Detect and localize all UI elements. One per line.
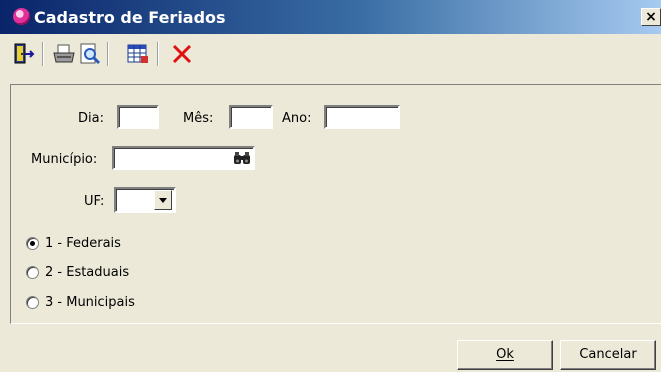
cancel-button-label: Cancelar — [579, 347, 637, 362]
button-bar: Ok Cancelar — [0, 324, 661, 372]
mes-label: Mês: — [183, 111, 214, 126]
toolbar-separator — [107, 42, 109, 66]
chevron-down-icon[interactable] — [154, 190, 172, 210]
ano-input[interactable] — [324, 105, 400, 129]
window-title: Cadastro de Feriados — [34, 8, 226, 27]
app-icon — [13, 8, 30, 25]
uf-select[interactable] — [114, 187, 176, 213]
toolbar-separator — [42, 42, 44, 66]
title-bar[interactable]: Cadastro de Feriados × — [0, 0, 661, 34]
ano-label: Ano: — [282, 111, 312, 126]
form-panel: Dia: Mês: Ano: Município: UF: 1 - Federa… — [10, 84, 661, 324]
print-icon[interactable] — [52, 42, 76, 66]
feriados-window: Cadastro de Feriados × Dia: Mês: Ano: Mu… — [0, 0, 661, 372]
radio-federais-label: 1 - Federais — [45, 236, 121, 251]
dia-input[interactable] — [117, 105, 159, 129]
radio-municipais-circle[interactable] — [26, 296, 39, 309]
close-button[interactable]: × — [641, 8, 661, 26]
print-preview-icon[interactable] — [78, 42, 102, 66]
toolbar-separator — [157, 42, 159, 66]
grid-icon[interactable] — [126, 42, 150, 66]
ok-button[interactable]: Ok — [457, 340, 553, 370]
radio-estaduais-circle[interactable] — [26, 266, 39, 279]
uf-label: UF: — [84, 194, 105, 209]
radio-estaduais-label: 2 - Estaduais — [45, 265, 130, 280]
binoculars-icon[interactable] — [233, 150, 251, 166]
cancel-button[interactable]: Cancelar — [560, 340, 656, 370]
delete-icon[interactable] — [170, 42, 194, 66]
exit-door-icon[interactable] — [12, 42, 36, 66]
mes-input[interactable] — [229, 105, 273, 129]
radio-federais-circle[interactable] — [26, 237, 39, 250]
dia-label: Dia: — [78, 111, 104, 126]
radio-municipais-label: 3 - Municipais — [45, 295, 135, 310]
toolbar — [0, 34, 661, 76]
close-icon: × — [645, 9, 657, 25]
municipio-label: Município: — [31, 152, 98, 167]
ok-button-label: Ok — [496, 347, 514, 362]
